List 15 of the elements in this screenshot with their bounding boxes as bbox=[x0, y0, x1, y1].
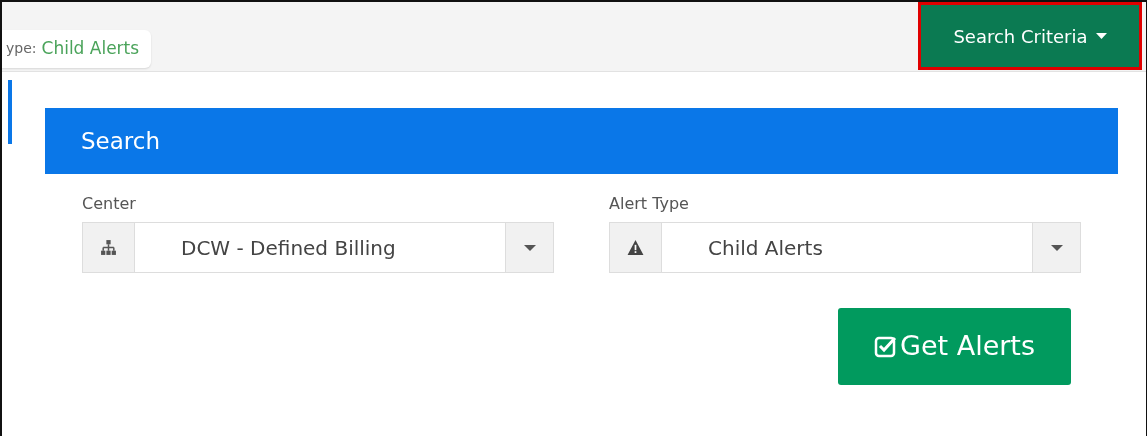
panel-title: Search bbox=[81, 126, 161, 156]
field-label: Alert Type bbox=[609, 193, 690, 215]
checkbox-icon bbox=[873, 334, 898, 359]
select-field[interactable]: DCW - Defined Billing bbox=[82, 222, 554, 273]
select-field[interactable]: Child Alerts bbox=[609, 222, 1081, 273]
get-alerts-button[interactable]: Get Alerts bbox=[838, 308, 1071, 385]
field-label: Center bbox=[82, 193, 137, 215]
search-criteria-button[interactable]: Search Criteria bbox=[918, 2, 1142, 70]
caret-icon bbox=[1050, 244, 1063, 251]
sitemap-icon bbox=[100, 239, 117, 256]
caret-icon bbox=[523, 244, 536, 251]
caret-icon bbox=[1095, 33, 1107, 39]
chip-value: Child Alerts bbox=[41, 37, 140, 60]
chip-label: ype: bbox=[6, 39, 37, 59]
warning-icon bbox=[627, 239, 644, 256]
